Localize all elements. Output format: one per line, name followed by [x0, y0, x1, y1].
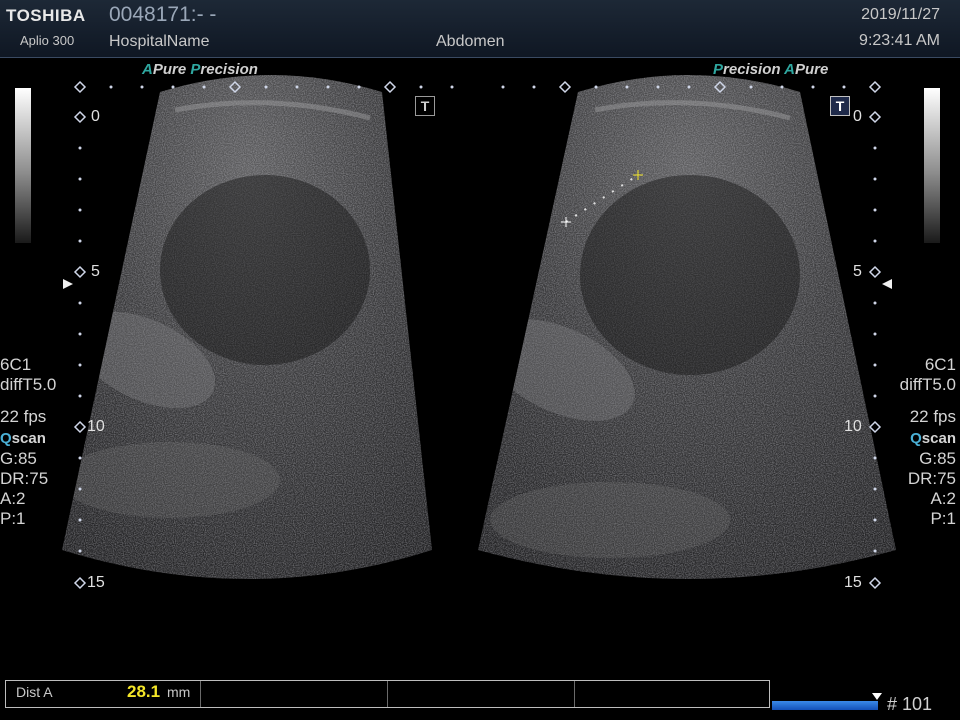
measurement-results-table: Dist A 28.1 mm [5, 680, 770, 708]
measurement-name: Dist A [16, 684, 53, 700]
a-value: A:2 [930, 489, 956, 508]
right-depth-label: 0 [853, 108, 862, 125]
cine-position-marker-icon[interactable] [872, 693, 882, 700]
left-t-icon[interactable]: T [415, 96, 435, 116]
gain-value: G:85 [919, 449, 956, 468]
left-depth-label: 5 [91, 263, 100, 280]
right-depth-label: 5 [853, 263, 862, 280]
probe-name: 6C1 [924, 355, 956, 374]
left-ultrasound-image [62, 75, 432, 579]
measurement-row-dist-a[interactable]: Dist A 28.1 mm [6, 681, 201, 707]
left-mode-tag: APure Precision [142, 61, 258, 78]
ultrasound-viewport [62, 75, 896, 590]
left-parameter-panel: 6C1 diffT5.0 22 fps Qscan G:85 DR:75 A:2… [0, 355, 56, 529]
right-depth-label: 15 [844, 574, 862, 591]
left-depth-label: 10 [87, 418, 105, 435]
gain-value: G:85 [0, 449, 37, 468]
right-focus-marker-icon[interactable] [882, 279, 892, 289]
left-focus-marker-icon[interactable] [63, 279, 73, 289]
right-t-icon-active[interactable]: T [830, 96, 850, 116]
measurement-unit: mm [167, 684, 191, 700]
dynamic-range-value: DR:75 [0, 469, 49, 488]
frame-rate: 22 fps [909, 407, 956, 426]
p-value: P:1 [0, 509, 26, 528]
left-depth-label: 0 [91, 108, 100, 125]
cine-progress-bar[interactable] [772, 701, 878, 710]
probe-name: 6C1 [0, 355, 32, 374]
p-value: P:1 [930, 509, 956, 528]
measurement-cell-empty [575, 681, 769, 707]
filter-setting: diffT5.0 [899, 375, 956, 394]
left-depth-label: 15 [87, 574, 105, 591]
filter-setting: diffT5.0 [0, 375, 57, 394]
right-parameter-panel: 6C1 diffT5.0 22 fps Qscan G:85 DR:75 A:2… [900, 355, 956, 529]
right-ultrasound-image [478, 75, 896, 579]
measurement-value: 28.1 [127, 682, 161, 701]
qscan-label: Qscan [910, 430, 956, 447]
measurement-cell-empty [201, 681, 388, 707]
frame-number: # 101 [887, 694, 933, 714]
right-grayscale-bar [924, 88, 940, 243]
frame-rate: 22 fps [0, 407, 47, 426]
right-depth-label: 10 [844, 418, 862, 435]
a-value: A:2 [0, 489, 26, 508]
qscan-label: Qscan [0, 430, 46, 447]
dynamic-range-value: DR:75 [907, 469, 956, 488]
measurement-cell-empty [388, 681, 575, 707]
left-grayscale-bar [15, 88, 31, 243]
right-mode-tag: Precision APure [713, 61, 829, 78]
